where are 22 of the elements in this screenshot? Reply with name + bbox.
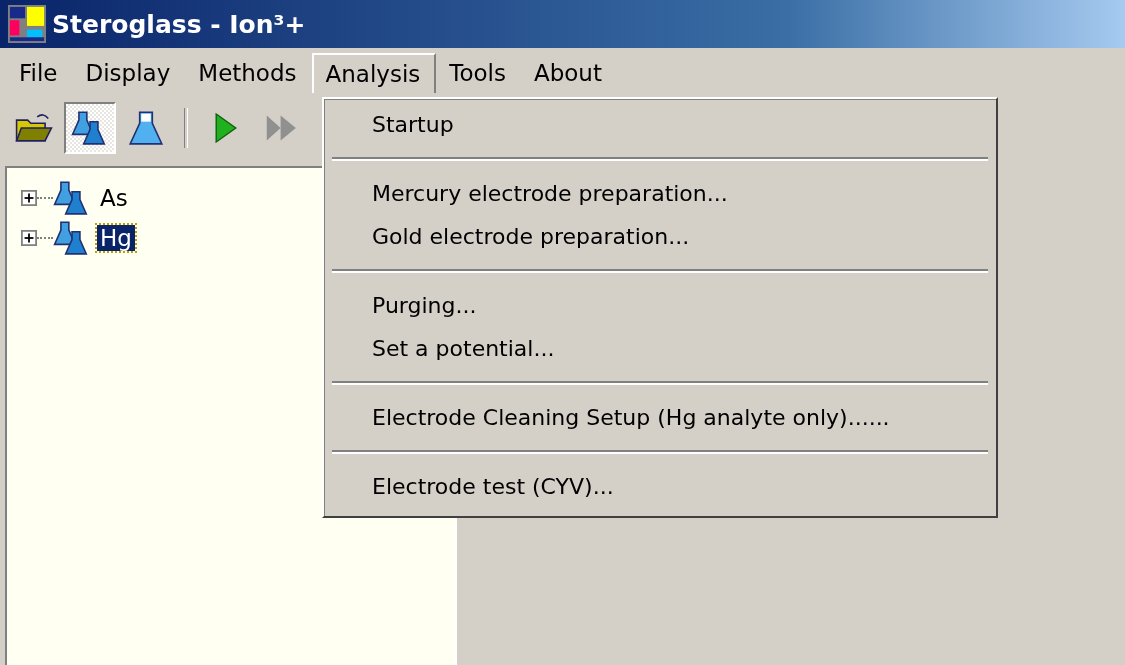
expand-icon[interactable] [21, 190, 37, 206]
menu-item[interactable]: Methods [185, 53, 312, 93]
expand-icon[interactable] [21, 230, 37, 246]
menu-option[interactable]: Mercury electrode preparation... [330, 172, 990, 215]
menu-item[interactable]: Display [72, 53, 186, 93]
menu-option[interactable]: Electrode test (CYV)... [330, 465, 990, 508]
window-title: Steroglass - Ion³+ [52, 9, 306, 39]
folder-icon [15, 112, 53, 144]
menu-option[interactable]: Set a potential... [330, 327, 990, 370]
menu-item[interactable]: Analysis [311, 53, 437, 93]
tree-item[interactable]: Hg [97, 225, 135, 251]
menu-option[interactable]: Startup [330, 103, 990, 146]
toolbar-button[interactable] [64, 102, 116, 154]
menu-option[interactable]: Electrode Cleaning Setup (Hg analyte only)...... [330, 396, 990, 439]
menu-option[interactable]: Purging... [330, 284, 990, 327]
menu-item[interactable]: About [520, 53, 617, 93]
tree-item[interactable]: As [97, 185, 131, 211]
app-icon [8, 5, 46, 43]
menu-item[interactable]: Tools [436, 53, 521, 93]
menu-option[interactable]: Gold electrode preparation... [330, 215, 990, 258]
flask-icon [127, 109, 165, 147]
menu-item[interactable]: File [6, 53, 73, 93]
